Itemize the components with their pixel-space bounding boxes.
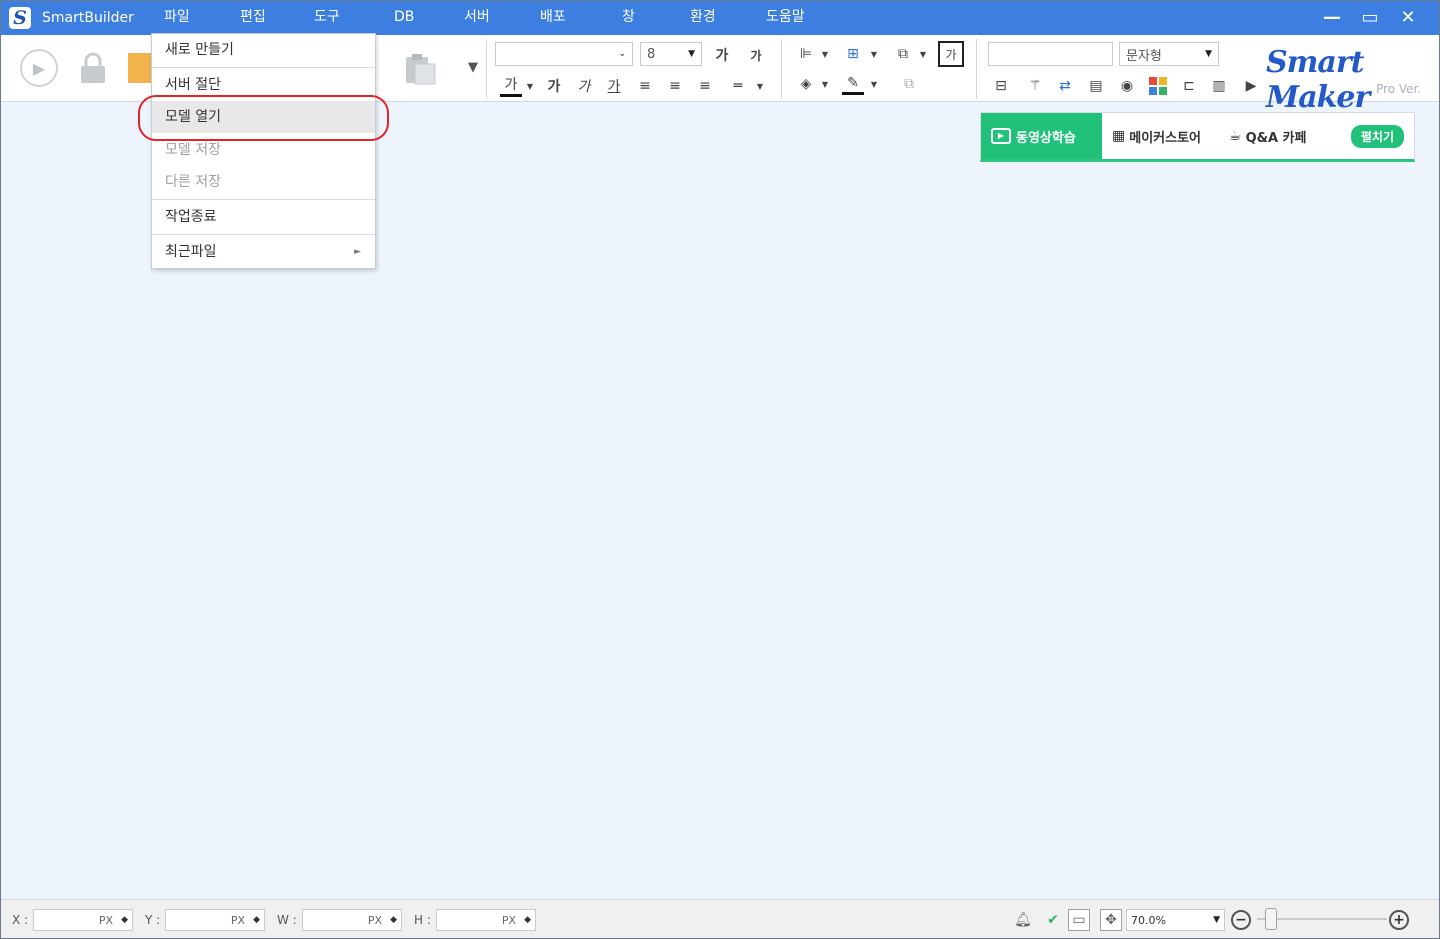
- smartmaker-logo: Smart Maker: [1266, 45, 1370, 115]
- x-field[interactable]: PX ◆: [33, 909, 133, 931]
- align-center-icon[interactable]: ≡: [664, 75, 686, 97]
- maker-store-link[interactable]: ▦ 메이커스토어: [1102, 113, 1211, 159]
- font-size-select[interactable]: 8 ▼: [640, 42, 702, 66]
- line-color-dropdown-icon[interactable]: ▼: [868, 75, 880, 93]
- expand-button[interactable]: 펼치기: [1350, 124, 1404, 148]
- distribute-dropdown-icon[interactable]: ▼: [868, 45, 880, 63]
- group-icon[interactable]: ⧉: [898, 73, 920, 95]
- store-icon: ▦: [1112, 128, 1126, 144]
- video-icon: ▶: [991, 128, 1011, 144]
- menu-help[interactable]: 도움말: [766, 0, 805, 35]
- align-left-icon[interactable]: ≡: [634, 75, 656, 97]
- zoom-slider-thumb[interactable]: [1265, 908, 1277, 930]
- bold-button[interactable]: 가: [544, 75, 564, 97]
- magic-wand-icon[interactable]: ⚚: [1024, 75, 1046, 97]
- table-icon[interactable]: ▤: [1085, 75, 1107, 97]
- fill-color-icon[interactable]: ◈: [795, 73, 817, 95]
- line-style-icon[interactable]: ═: [724, 75, 752, 97]
- zoom-select[interactable]: 70.0% ▼: [1126, 909, 1225, 931]
- menu-settings[interactable]: 환경: [690, 0, 716, 35]
- italic-button[interactable]: 가: [574, 75, 594, 97]
- menu-edit[interactable]: 편집: [240, 0, 266, 35]
- swap-icon[interactable]: ⇄: [1054, 75, 1076, 97]
- fill-color-dropdown-icon[interactable]: ▼: [819, 75, 831, 93]
- eye-icon[interactable]: ◉: [1116, 75, 1138, 97]
- window-icon[interactable]: ▭: [1068, 909, 1090, 931]
- fit-screen-icon[interactable]: ✥: [1100, 909, 1122, 931]
- x-label: X :: [12, 913, 29, 927]
- font-grow-button[interactable]: 가: [710, 43, 734, 67]
- line-style-dropdown-icon[interactable]: ▼: [754, 77, 766, 95]
- color-grid-icon[interactable]: [1147, 75, 1169, 97]
- align-objects-icon[interactable]: ⊫: [795, 43, 817, 65]
- object-name-field[interactable]: [988, 42, 1113, 66]
- caret-down-icon: ▼: [688, 49, 695, 59]
- text-color-dropdown-icon[interactable]: ▼: [524, 77, 536, 95]
- zoom-out-icon[interactable]: −: [1231, 910, 1251, 930]
- spinner-icon[interactable]: ◆: [253, 915, 260, 925]
- y-field[interactable]: PX ◆: [165, 909, 265, 931]
- highlight-annotation: [138, 95, 389, 141]
- align-objects-dropdown-icon[interactable]: ▼: [819, 45, 831, 63]
- menu-item-exit[interactable]: 작업종료: [152, 201, 375, 233]
- arrange-dropdown-icon[interactable]: ▼: [917, 45, 929, 63]
- menu-item-save-as: 다른 저장: [165, 174, 221, 190]
- chevron-down-icon: ⌄: [618, 49, 626, 59]
- tree-icon[interactable]: ⊏: [1178, 75, 1200, 97]
- w-field[interactable]: PX ◆: [302, 909, 402, 931]
- align-right-icon[interactable]: ≡: [694, 75, 716, 97]
- menu-item-new[interactable]: 새로 만들기: [152, 34, 375, 66]
- minimize-button[interactable]: —: [1313, 0, 1351, 35]
- w-label: W :: [277, 913, 297, 927]
- paste-icon[interactable]: [402, 51, 438, 87]
- play-preview-icon[interactable]: ▶: [1240, 75, 1262, 97]
- spinner-icon[interactable]: ◆: [121, 915, 128, 925]
- file-check-icon[interactable]: ✔: [1042, 909, 1064, 931]
- arrange-icon[interactable]: ⧉: [892, 43, 914, 65]
- run-icon[interactable]: ▶: [20, 49, 58, 87]
- h-label: H :: [414, 913, 431, 927]
- file-dropdown-menu: 새로 만들기 서버 절단 모델 열기 모델 저장 다른 저장 작업종료 최근파일…: [151, 33, 376, 269]
- menu-window[interactable]: 창: [622, 0, 635, 35]
- bell-icon[interactable]: 🔔︎: [1012, 909, 1034, 931]
- menu-db[interactable]: DB: [394, 0, 414, 35]
- h-field[interactable]: PX ◆: [436, 909, 536, 931]
- layout-icon[interactable]: ⊟: [990, 75, 1012, 97]
- close-button[interactable]: ✕: [1389, 0, 1427, 35]
- menu-item-recent-files[interactable]: 최근파일 ►: [152, 236, 375, 268]
- title-bar: S SmartBuilder: [0, 0, 1440, 35]
- zoom-in-icon[interactable]: +: [1389, 910, 1409, 930]
- app-logo-icon: S: [9, 6, 31, 29]
- promo-banner: ▶ 동영상학습 ▦ 메이커스토어 ☕ Q&A 카페 펼치기: [980, 112, 1415, 162]
- menu-tools[interactable]: 도구: [314, 0, 340, 35]
- app-title: SmartBuilder: [42, 9, 134, 26]
- text-color-button[interactable]: 가: [500, 73, 522, 97]
- spinner-icon[interactable]: ◆: [524, 915, 531, 925]
- submenu-arrow-icon: ►: [354, 247, 361, 257]
- document-icon[interactable]: ▥: [1208, 75, 1230, 97]
- caret-down-icon: ▼: [1213, 915, 1220, 925]
- data-type-select[interactable]: 문자형 ▼: [1119, 42, 1219, 66]
- status-bar: X : PX ◆ Y : PX ◆ W : PX ◆ H : PX ◆ 🔔︎ ✔ ▭ ✥…: [0, 899, 1440, 939]
- line-color-icon[interactable]: ✎: [842, 73, 864, 95]
- more-dropdown-icon[interactable]: ▼: [464, 57, 482, 77]
- underline-button[interactable]: 가: [604, 75, 624, 97]
- lock-icon[interactable]: [76, 51, 110, 85]
- menu-deploy[interactable]: 배포: [540, 0, 566, 35]
- cup-icon: ☕: [1229, 128, 1242, 144]
- qa-cafe-link[interactable]: ☕ Q&A 카페: [1219, 113, 1316, 159]
- y-label: Y :: [145, 913, 161, 927]
- folder-icon[interactable]: [128, 53, 152, 83]
- distribute-icon[interactable]: ⊞: [842, 43, 864, 65]
- text-box-button[interactable]: 가: [938, 41, 964, 67]
- font-name-select[interactable]: ⌄: [495, 42, 633, 66]
- spinner-icon[interactable]: ◆: [390, 915, 397, 925]
- menu-file[interactable]: 파일: [164, 0, 190, 35]
- pro-version-label: Pro Ver.: [1376, 82, 1422, 96]
- maximize-button[interactable]: ▭: [1351, 0, 1389, 35]
- video-learning-link[interactable]: ▶ 동영상학습: [981, 113, 1102, 159]
- caret-down-icon: ▼: [1205, 49, 1212, 59]
- font-shrink-button[interactable]: 가: [744, 43, 768, 67]
- menu-server[interactable]: 서버: [464, 0, 490, 35]
